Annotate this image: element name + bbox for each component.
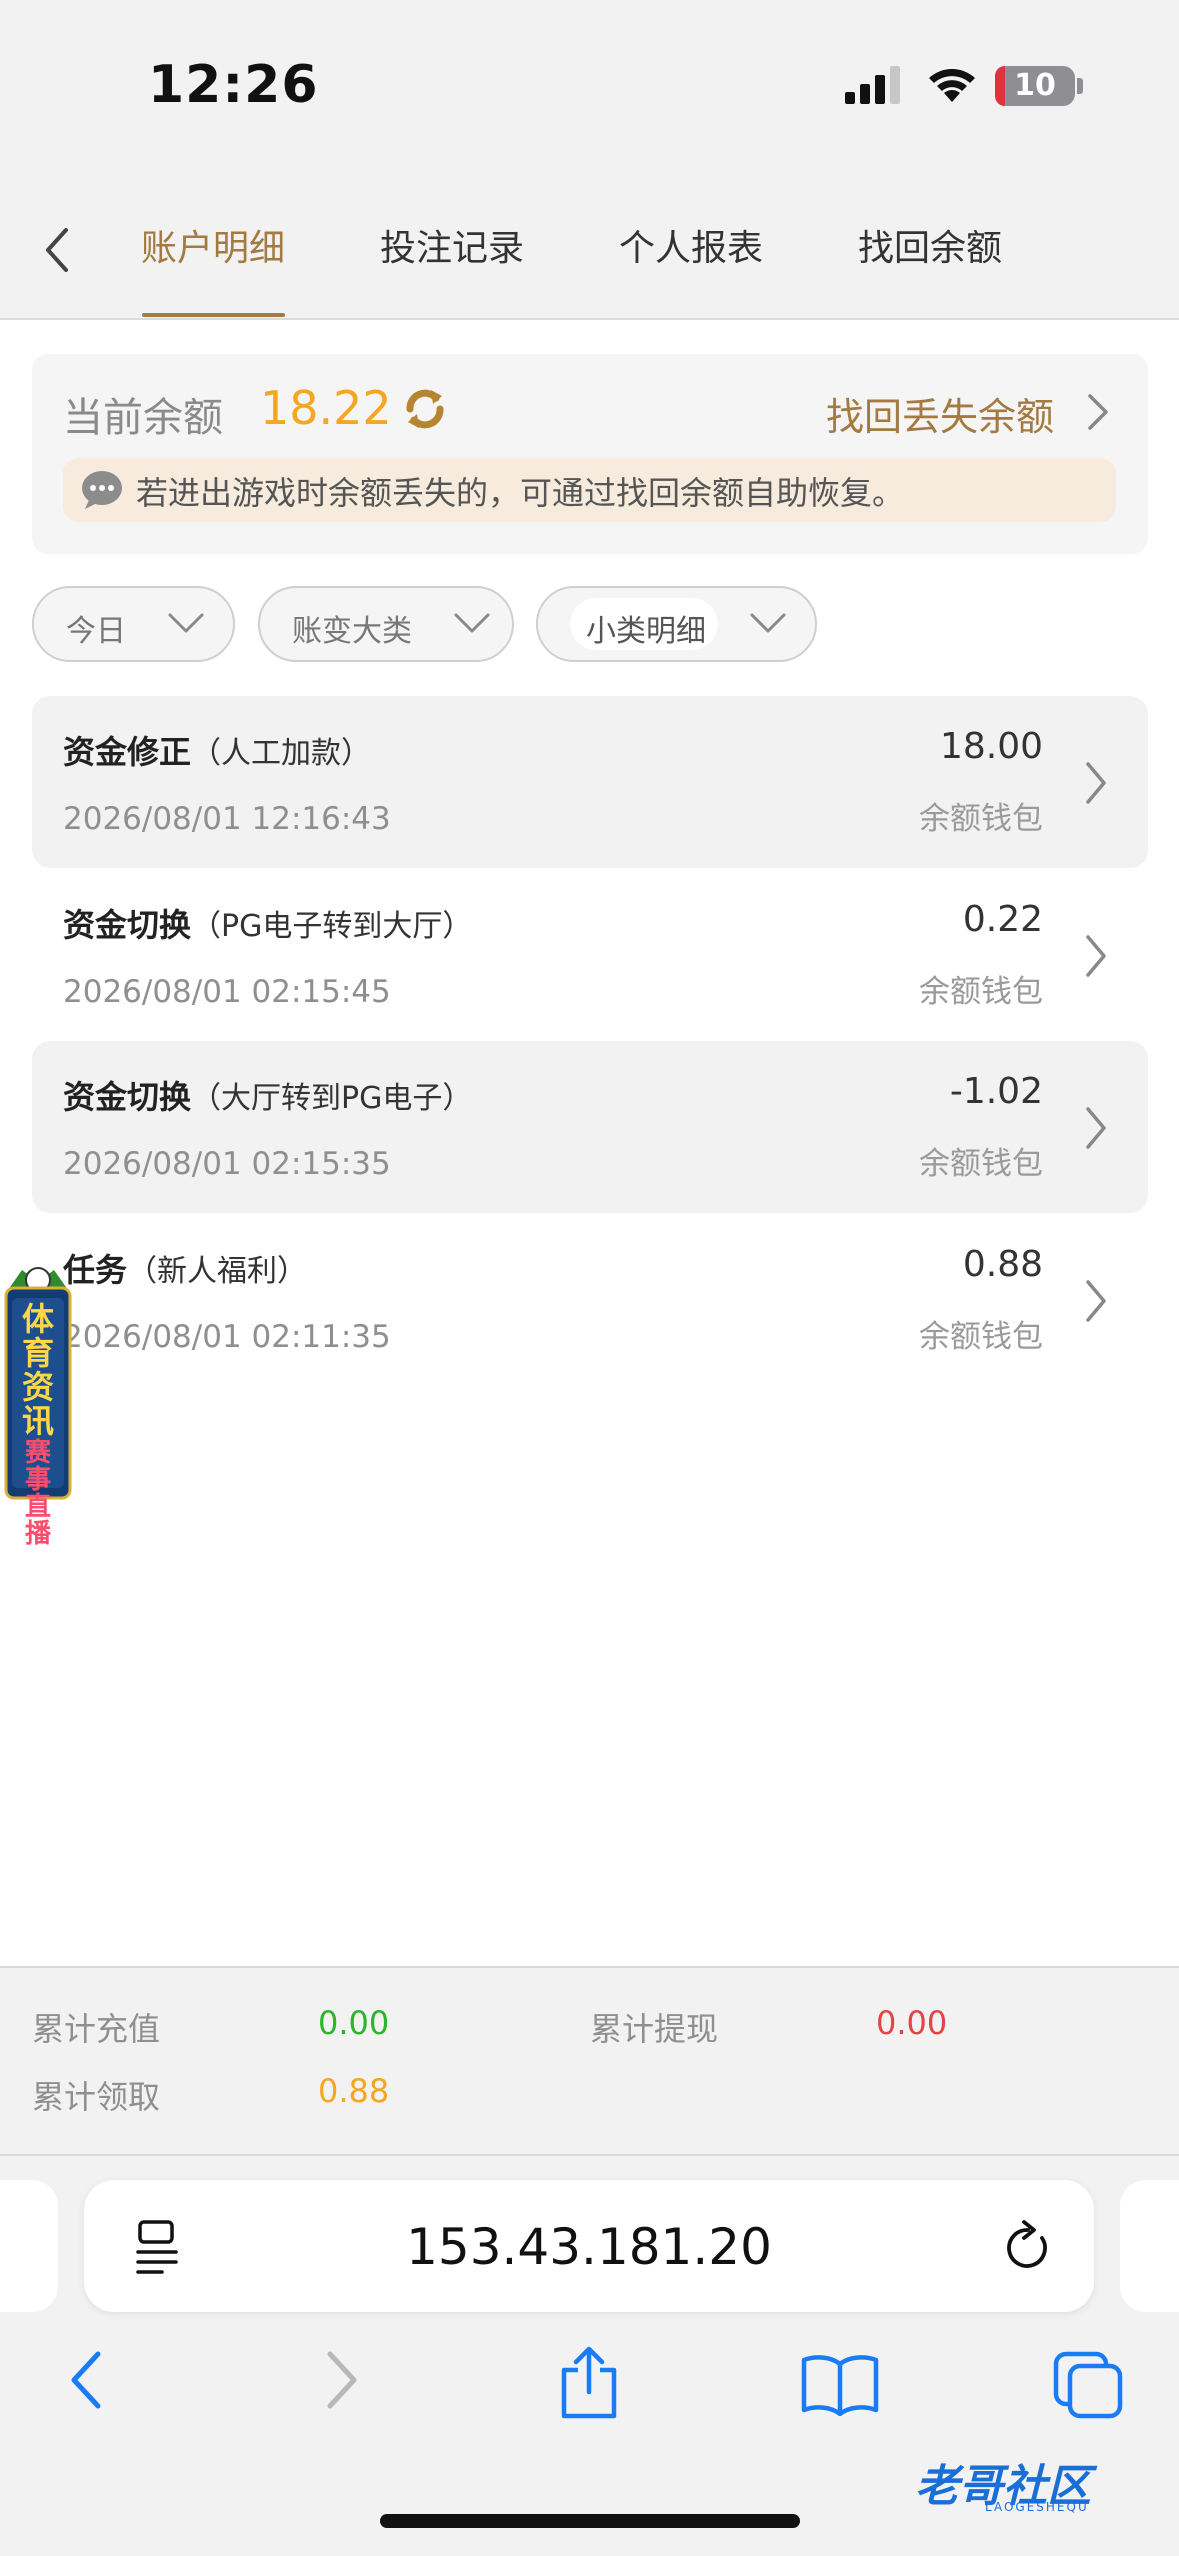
- record-amount: 0.22: [962, 899, 1043, 940]
- chevron-right-icon[interactable]: [1080, 758, 1110, 808]
- chevron-right-icon[interactable]: [1080, 931, 1110, 981]
- record-subtitle: （大厅转到PG电子）: [191, 1081, 473, 1116]
- filter-category-label: 账变大类: [292, 614, 412, 649]
- previous-tab-preview[interactable]: [0, 2180, 58, 2312]
- record-amount: 0.88: [962, 1244, 1043, 1285]
- balance-value: 18.22: [260, 381, 392, 435]
- record-wallet: 余额钱包: [919, 974, 1043, 1010]
- record-row[interactable]: [32, 1214, 1148, 1386]
- battery-icon: 10: [995, 66, 1075, 106]
- chevron-right-icon[interactable]: [1080, 1103, 1110, 1153]
- chat-bubble-icon: [82, 471, 122, 509]
- back-chevron-icon[interactable]: [28, 220, 88, 280]
- browser-forward-icon[interactable]: [322, 2348, 362, 2412]
- tab-bet-records[interactable]: 投注记录: [380, 222, 524, 282]
- record-subtitle: （人工加款）: [191, 736, 372, 771]
- ad-banner-line1: 体育资讯: [21, 1300, 54, 1440]
- share-icon[interactable]: [556, 2344, 622, 2420]
- filter-date-label: 今日: [66, 614, 126, 649]
- notice-text: 若进出游戏时余额丢失的，可通过找回余额自助恢复。: [136, 474, 905, 512]
- total-withdraw-label: 累计提现: [590, 2010, 719, 2048]
- bookmarks-icon[interactable]: [800, 2352, 880, 2416]
- wifi-icon: [929, 69, 975, 102]
- record-time: 2026/08/01 02:11:35: [63, 1319, 391, 1355]
- record-title: 资金切换（大厅转到PG电子）: [63, 1078, 473, 1116]
- record-title: 资金切换（PG电子转到大厅）: [63, 906, 473, 944]
- total-withdraw-value: 0.00: [876, 2004, 948, 2042]
- home-indicator[interactable]: [380, 2514, 800, 2528]
- balance-label: 当前余额: [63, 395, 223, 441]
- next-tab-preview[interactable]: [1120, 2180, 1179, 2312]
- url-text: 153.43.181.20: [406, 2218, 772, 2276]
- browser-back-icon[interactable]: [66, 2348, 106, 2412]
- record-amount: 18.00: [939, 726, 1043, 767]
- record-time: 2026/08/01 02:15:35: [63, 1146, 391, 1182]
- record-subtitle: （PG电子转到大厅）: [191, 909, 473, 944]
- total-claim-label: 累计领取: [32, 2078, 161, 2116]
- tab-personal-report[interactable]: 个人报表: [619, 222, 763, 282]
- battery-nub: [1077, 78, 1083, 94]
- record-time: 2026/08/01 02:15:45: [63, 974, 391, 1010]
- recover-lost-balance-link[interactable]: 找回丢失余额: [826, 386, 1054, 441]
- record-subtitle: （新人福利）: [127, 1254, 308, 1289]
- total-claim-value: 0.88: [318, 2072, 390, 2110]
- balance-card: [32, 354, 1148, 554]
- chevron-right-icon[interactable]: [1082, 390, 1112, 434]
- tab-account-details[interactable]: 账户明细: [141, 222, 285, 282]
- reload-icon[interactable]: [1002, 2216, 1054, 2274]
- refresh-balance-icon[interactable]: [400, 384, 450, 434]
- battery-level: 10: [1014, 68, 1056, 103]
- tabs-icon[interactable]: [1052, 2350, 1124, 2420]
- cellular-signal-icon: [845, 66, 900, 104]
- record-title: 任务（新人福利）: [63, 1251, 308, 1289]
- record-wallet: 余额钱包: [919, 801, 1043, 837]
- record-title: 资金修正（人工加款）: [63, 733, 372, 771]
- ad-banner-line2: 赛事直播: [24, 1438, 51, 1549]
- watermark-subtext: LAOGESHEQU: [985, 2500, 1089, 2514]
- record-row[interactable]: [32, 869, 1148, 1041]
- chevron-right-icon[interactable]: [1080, 1276, 1110, 1326]
- filter-subcategory-label: 小类明细: [586, 614, 706, 649]
- tab-recover-balance[interactable]: 找回余额: [858, 222, 1002, 282]
- record-row[interactable]: [32, 1041, 1148, 1213]
- record-time: 2026/08/01 12:16:43: [63, 801, 391, 837]
- total-recharge-label: 累计充值: [32, 2010, 161, 2048]
- chevron-down-icon: [454, 613, 490, 633]
- status-time: 12:26: [148, 55, 319, 115]
- total-recharge-value: 0.00: [318, 2004, 390, 2042]
- sports-ad-banner[interactable]: 体育资讯 赛事直播: [2, 1262, 74, 1548]
- chevron-down-icon: [168, 613, 204, 633]
- record-wallet: 余额钱包: [919, 1146, 1043, 1182]
- record-wallet: 余额钱包: [919, 1319, 1043, 1355]
- chevron-down-icon: [750, 613, 786, 633]
- record-row[interactable]: [32, 696, 1148, 868]
- active-tab-indicator: [142, 313, 285, 317]
- summary-section: [0, 1968, 1179, 2154]
- record-amount: -1.02: [949, 1071, 1043, 1112]
